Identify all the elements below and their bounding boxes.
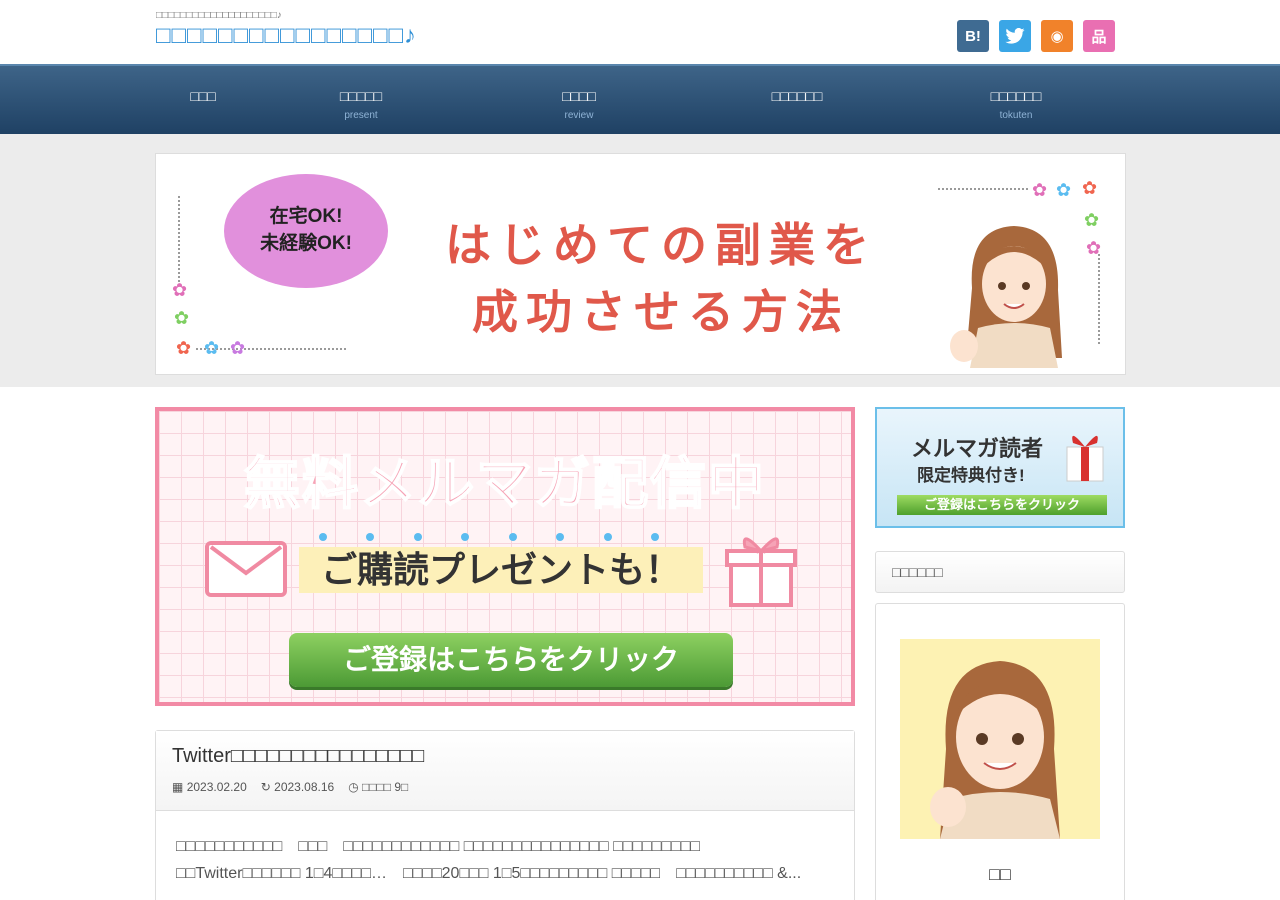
flower-icon: ✿ [172, 280, 188, 300]
hero-header-image[interactable]: ✿ ✿ ✿ ✿ ✿ ✿ ✿ ✿ ✿ ✿ 在宅OK! 未経験OK! はじめての副業… [155, 153, 1126, 375]
girl-illustration-icon [950, 226, 1062, 368]
sitemap-icon[interactable]: 品 [1083, 20, 1115, 52]
sidebar-banner-line1: メルマガ読者 [911, 436, 1044, 461]
profile-widget: □□ [875, 603, 1125, 900]
speech-bubble: 在宅OK! 未経験OK! [224, 174, 388, 288]
sidebar-register-button[interactable]: ご登録はこちらをクリック [897, 495, 1107, 515]
post-excerpt: □□□□□□□□□□□ □□□ □□□□□□□□□□□□ □□□□□□□□□□□… [176, 838, 802, 883]
dotted-border [1098, 254, 1100, 344]
flower-icon: ✿ [230, 338, 246, 358]
nav-label: □□□ [190, 88, 216, 104]
profile-name: □□ [989, 864, 1011, 884]
nav-item-1[interactable]: □□□ [190, 88, 215, 110]
published-date: ▦ 2023.02.20 [172, 780, 247, 794]
sidebar-newsletter-banner[interactable]: メルマガ読者 限定特典付き! ご登録はこちらをクリック [875, 407, 1125, 528]
mail-icon [205, 541, 287, 597]
rss-icon[interactable]: ◉ [1041, 20, 1073, 52]
sidebar-banner-line2: 限定特典付き! [917, 466, 1025, 485]
site-tagline: □□□□□□□□□□□□□□□□□□□□♪ [156, 10, 282, 21]
nav-label: □□□□□ [339, 88, 383, 104]
dot-row [319, 533, 659, 541]
clock-icon: ◷ [348, 780, 359, 794]
flower-icon: ✿ [1086, 238, 1102, 258]
profile-avatar [900, 639, 1100, 839]
flower-icon: ✿ [1084, 210, 1100, 230]
read-time: ◷ □□□□ 9□ [348, 780, 409, 794]
gift-icon [1066, 435, 1104, 482]
nav-item-tokuten[interactable]: □□□□□□ tokuten [991, 88, 1042, 121]
site-title[interactable]: □□□□□□□□□□□□□□□□♪ [156, 22, 417, 50]
post-meta: ▦ 2023.02.20 ↻ 2023.08.16 ◷ □□□□ 9□ [172, 780, 838, 794]
bubble-line: 未経験OK! [260, 233, 352, 254]
nav-sub: tokuten [999, 110, 1033, 121]
newsletter-register-button[interactable]: ご登録はこちらをクリック [289, 633, 733, 687]
nav-label: □□□□□□ [771, 88, 823, 104]
flower-icon: ✿ [204, 338, 220, 358]
bubble-line: 在宅OK! [269, 206, 343, 228]
widget-title: □□□□□□ [875, 551, 1125, 593]
refresh-icon: ↻ [260, 780, 271, 794]
post-card[interactable]: Twitter□□□□□□□□□□□□□□□□ ▦ 2023.02.20 ↻ 2… [155, 730, 855, 900]
site-header: □□□□□□□□□□□□□□□□□□□□♪ □□□□□□□□□□□□□□□□♪ … [0, 0, 1280, 64]
hero-title: はじめての副業を 成功させる方法 [411, 212, 911, 345]
flower-icon: ✿ [176, 338, 192, 358]
nav-label: □□□□ [562, 88, 596, 104]
newsletter-banner[interactable]: 無料メルマガ配信中 ご購読プレゼントも！ ご登録はこちらをクリック [155, 407, 855, 706]
banner-subtitle: ご購読プレゼントも！ [299, 547, 703, 593]
updated-date: ↻ 2023.08.16 [260, 780, 335, 794]
gift-icon [725, 537, 797, 607]
nav-item-4[interactable]: □□□□□□ [772, 88, 823, 110]
banner-title: 無料メルマガ配信中 [243, 451, 766, 516]
flower-icon: ✿ [174, 308, 190, 328]
social-links: B! ◉ 品 [957, 20, 1115, 52]
flower-icon: ✿ [1032, 180, 1048, 200]
nav-sub: present [344, 110, 378, 121]
global-nav: □□□ □□□□□ present □□□□ review □□□□□□ □□□□□… [0, 64, 1280, 134]
twitter-icon[interactable] [999, 20, 1031, 52]
nav-item-present[interactable]: □□□□□ present [340, 88, 382, 121]
post-header: Twitter□□□□□□□□□□□□□□□□ ▦ 2023.02.20 ↻ 2… [156, 731, 854, 811]
nav-label: □□□□□□ [990, 88, 1042, 104]
hero-title-line: はじめての副業を [445, 219, 877, 271]
hero-title-line: 成功させる方法 [472, 285, 850, 338]
nav-sub: review [564, 110, 594, 121]
flower-icon: ✿ [1082, 178, 1098, 198]
hatena-bookmark-icon[interactable]: B! [957, 20, 989, 52]
post-title[interactable]: Twitter□□□□□□□□□□□□□□□□ [172, 745, 838, 768]
calendar-icon: ▦ [172, 780, 184, 794]
girl-portrait-icon [930, 661, 1060, 839]
nav-item-review[interactable]: □□□□ review [562, 88, 596, 121]
dotted-border [178, 196, 182, 286]
dotted-border [938, 188, 1028, 190]
flower-icon: ✿ [1056, 180, 1072, 200]
twitter-bird-icon [1005, 28, 1025, 44]
